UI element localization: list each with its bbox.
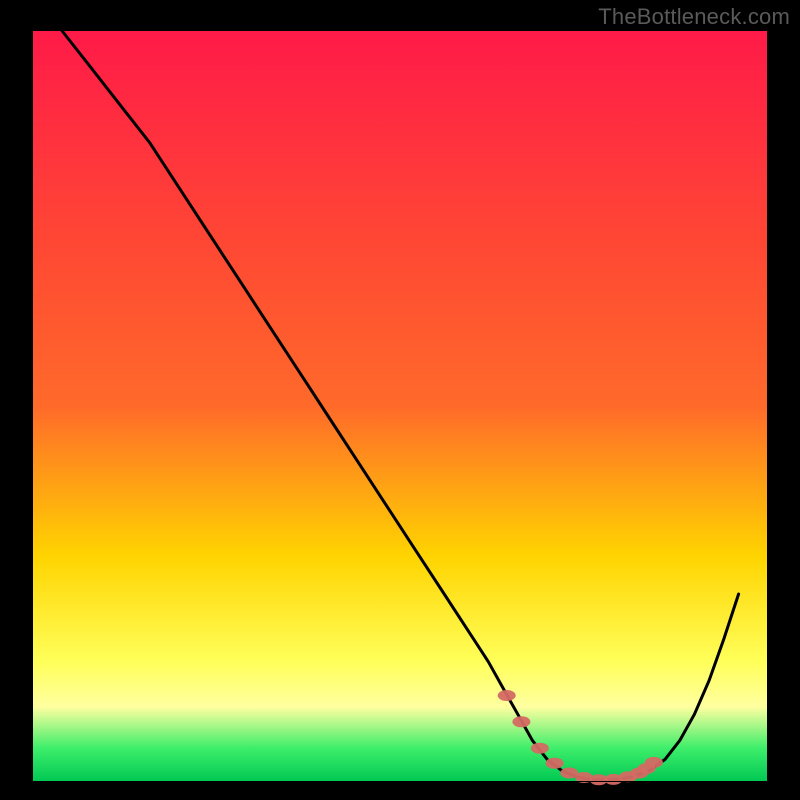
bottleneck-marker	[498, 690, 516, 701]
bottleneck-chart: TheBottleneck.com	[0, 0, 800, 800]
bottleneck-marker	[512, 716, 530, 727]
bottleneck-marker	[546, 758, 564, 769]
watermark-text: TheBottleneck.com	[598, 4, 790, 30]
bottleneck-marker	[645, 757, 663, 768]
bottleneck-marker	[531, 743, 549, 754]
chart-canvas	[0, 0, 800, 800]
